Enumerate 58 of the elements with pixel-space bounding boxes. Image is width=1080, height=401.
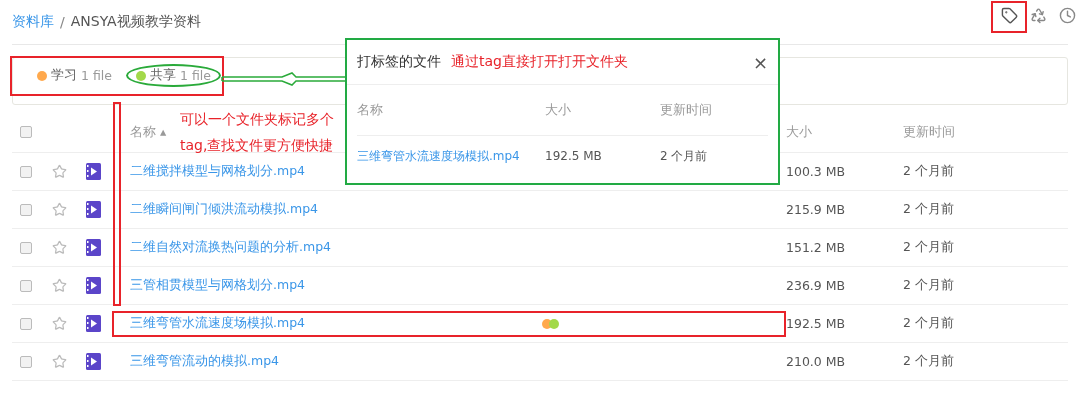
- tag-filter[interactable]: 学习 1 file: [27, 64, 122, 87]
- updated-time: 2 个月前: [903, 315, 954, 332]
- updated-time: 2 个月前: [903, 239, 954, 256]
- file-name-link[interactable]: 二维自然对流换热问题的分析.mp4: [130, 239, 332, 256]
- updated-time: 2 个月前: [903, 201, 954, 218]
- breadcrumb-current: ANSYA视频教学资料: [70, 13, 201, 31]
- file-size: 192.5 MB: [786, 316, 846, 331]
- file-size: 210.0 MB: [786, 354, 846, 369]
- column-header[interactable]: 更新时间: [903, 123, 1068, 141]
- annotation-frame: [991, 1, 1027, 33]
- row-checkbox[interactable]: [20, 165, 32, 178]
- file-size: 236.9 MB: [786, 278, 846, 293]
- close-button[interactable]: ×: [752, 51, 768, 73]
- star-icon[interactable]: [52, 354, 67, 369]
- column-header: 更新时间: [660, 101, 713, 119]
- file-size: 100.3 MB: [786, 164, 846, 179]
- row-checkbox[interactable]: [20, 355, 32, 368]
- column-header: 名称: [357, 101, 384, 119]
- clock-icon: [1059, 6, 1076, 24]
- row-checkbox[interactable]: [20, 203, 32, 216]
- star-icon[interactable]: [52, 316, 67, 331]
- file-name-link[interactable]: 三维弯管流动的模拟.mp4: [130, 353, 280, 370]
- file-size: 215.9 MB: [786, 202, 846, 217]
- row-checkbox[interactable]: [20, 317, 32, 330]
- row-checkbox[interactable]: [20, 279, 32, 292]
- video-file-icon: [86, 315, 101, 332]
- star-icon[interactable]: [52, 202, 67, 217]
- updated-time: 2 个月前: [903, 277, 954, 294]
- breadcrumb-separator: /: [60, 14, 65, 30]
- star-icon[interactable]: [52, 240, 67, 255]
- file-name-link[interactable]: 二维搅拌模型与网格划分.mp4: [130, 163, 306, 180]
- recycle-icon: [1030, 6, 1047, 24]
- annotation-note: 通过tag直接打开打开文件夹: [451, 53, 628, 71]
- updated-time: 2 个月前: [660, 147, 708, 165]
- breadcrumb-link[interactable]: 资料库: [12, 13, 54, 31]
- star-icon[interactable]: [52, 164, 67, 179]
- video-file-icon: [86, 353, 101, 370]
- row-checkbox[interactable]: [20, 241, 32, 254]
- video-file-icon: [86, 201, 101, 218]
- select-all-checkbox[interactable]: [20, 126, 32, 138]
- tag-filter[interactable]: 共享 1 file: [125, 64, 221, 87]
- file-name-link[interactable]: 三维弯管水流速度场模拟.mp4: [130, 315, 306, 332]
- video-file-icon: [86, 163, 101, 180]
- star-icon[interactable]: [52, 278, 67, 293]
- file-name-link[interactable]: 三维弯管水流速度场模拟.mp4: [357, 147, 520, 165]
- updated-time: 2 个月前: [903, 163, 954, 180]
- file-size: 151.2 MB: [786, 240, 846, 255]
- file-size: 192.5 MB: [545, 149, 602, 163]
- tag-icon: [1001, 6, 1018, 24]
- video-file-icon: [86, 239, 101, 256]
- video-file-icon: [86, 277, 101, 294]
- annotation-note: 可以一个文件夹标记多个tag,查找文件更方便快捷: [180, 110, 335, 155]
- column-header: 大小: [545, 101, 572, 119]
- popup-title: 打标签的文件: [357, 53, 441, 71]
- column-header[interactable]: 大小: [786, 123, 903, 141]
- updated-time: 2 个月前: [903, 353, 954, 370]
- file-name-link[interactable]: 三管相贯模型与网格划分.mp4: [130, 277, 306, 294]
- file-name-link[interactable]: 二维瞬间闸门倾洪流动模拟.mp4: [130, 201, 319, 218]
